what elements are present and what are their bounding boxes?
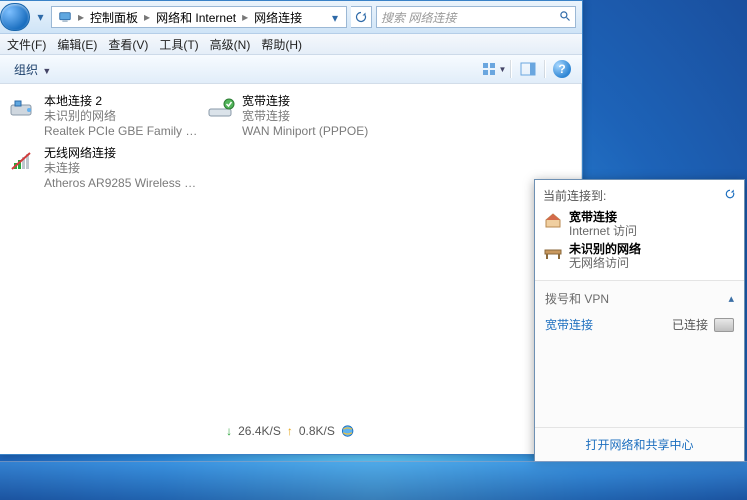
open-network-center-link[interactable]: 打开网络和共享中心 (585, 438, 693, 452)
flyout-item-status: 已连接 (672, 316, 708, 333)
chevron-down-icon: ▼ (41, 66, 51, 76)
menu-edit[interactable]: 编辑(E) (53, 35, 101, 54)
flyout-title: 当前连接到: (543, 187, 606, 204)
connection-device: WAN Miniport (PPPOE) (242, 124, 401, 139)
refresh-icon (724, 188, 736, 200)
upload-arrow-icon: ↑ (287, 424, 293, 438)
ethernet-icon (8, 94, 38, 124)
flyout-footer: 打开网络和共享中心 (535, 427, 744, 461)
search-placeholder: 搜索 网络连接 (381, 9, 456, 26)
refresh-button[interactable] (351, 6, 372, 28)
computer-icon (58, 10, 72, 24)
connection-device: Atheros AR9285 Wireless Net... (44, 176, 203, 191)
menu-tools[interactable]: 工具(T) (155, 35, 202, 54)
address-dropdown-icon[interactable]: ▾ (332, 11, 344, 23)
breadcrumb-chevron: ▸ (142, 10, 152, 24)
breadcrumb-seg-2[interactable]: 网络和 Internet (152, 7, 240, 27)
view-mode-button[interactable]: ▼ (480, 57, 508, 81)
explorer-window: ▾ ▸ 控制面板 ▸ 网络和 Internet ▸ 网络连接 ▾ 搜索 网络连 (0, 0, 583, 455)
flyout-body: 拨号和 VPN ▴ 宽带连接 已连接 (535, 281, 744, 427)
connection-status: 宽带连接 (242, 109, 401, 124)
flyout-net2: 未识别的网络 无网络访问 (543, 240, 736, 272)
menu-help[interactable]: 帮助(H) (257, 35, 306, 54)
help-icon: ? (553, 60, 571, 78)
chevron-up-icon: ▴ (728, 292, 734, 305)
flyout-category-dial-vpn[interactable]: 拨号和 VPN ▴ (535, 285, 744, 312)
modem-icon (714, 318, 734, 332)
tiles-icon (482, 62, 498, 76)
menu-adv[interactable]: 高级(N) (206, 35, 255, 54)
flyout-header: 当前连接到: 宽带连接 Internet 访问 (535, 180, 744, 281)
connection-item-wifi[interactable]: 无线网络连接 未连接 Atheros AR9285 Wireless Net..… (8, 146, 203, 191)
nav-row: ▾ ▸ 控制面板 ▸ 网络和 Internet ▸ 网络连接 ▾ 搜索 网络连 (0, 1, 582, 34)
connection-title: 宽带连接 (242, 94, 401, 109)
menu-view[interactable]: 查看(V) (104, 35, 152, 54)
breadcrumb-chevron: ▸ (76, 10, 86, 24)
ie-icon (341, 424, 355, 438)
taskbar[interactable] (0, 461, 747, 500)
menu-file[interactable]: 文件(F) (3, 35, 50, 54)
connection-status: 未连接 (44, 161, 203, 176)
wifi-disabled-icon (8, 146, 38, 176)
download-arrow-icon: ↓ (226, 424, 232, 438)
search-input[interactable]: 搜索 网络连接 (376, 6, 576, 28)
flyout-item-broadband[interactable]: 宽带连接 已连接 (535, 312, 744, 337)
flyout-refresh-button[interactable] (724, 188, 736, 203)
flyout-net1-title: 宽带连接 (569, 210, 637, 224)
connection-item-lan2[interactable]: 本地连接 2 未识别的网络 Realtek PCIe GBE Family Co… (8, 94, 203, 139)
search-icon (559, 10, 571, 25)
chevron-down-icon: ▼ (498, 65, 507, 74)
connection-item-broadband[interactable]: 宽带连接 宽带连接 WAN Miniport (PPPOE) (206, 94, 401, 139)
address-bar[interactable]: ▸ 控制面板 ▸ 网络和 Internet ▸ 网络连接 ▾ (51, 6, 347, 28)
nav-history-dropdown[interactable]: ▾ (34, 5, 47, 29)
flyout-net1-sub: Internet 访问 (569, 224, 637, 238)
flyout-net1: 宽带连接 Internet 访问 (543, 208, 736, 240)
preview-pane-button[interactable] (514, 57, 542, 81)
modem-icon (206, 94, 236, 124)
organize-button[interactable]: 组织 ▼ (6, 59, 59, 80)
network-flyout: 当前连接到: 宽带连接 Internet 访问 (534, 179, 745, 462)
pane-icon (520, 62, 536, 76)
refresh-icon (355, 11, 367, 23)
net-speed-indicator: ↓ 26.4K/S ↑ 0.8K/S (219, 420, 362, 442)
flyout-item-label: 宽带连接 (545, 316, 593, 333)
download-speed: 26.4K/S (238, 424, 281, 438)
connection-title: 本地连接 2 (44, 94, 203, 109)
breadcrumb-icon (54, 7, 76, 27)
flyout-net2-sub: 无网络访问 (569, 256, 641, 270)
connection-status: 未识别的网络 (44, 109, 203, 124)
breadcrumb-seg-3[interactable]: 网络连接 (250, 7, 306, 27)
flyout-net2-title: 未识别的网络 (569, 242, 641, 256)
command-bar: 组织 ▼ ▼ ? (0, 55, 582, 84)
bench-network-icon (543, 242, 563, 262)
nav-back-button[interactable] (0, 3, 30, 31)
connections-list: 本地连接 2 未识别的网络 Realtek PCIe GBE Family Co… (0, 84, 582, 454)
home-network-icon (543, 210, 563, 230)
connection-device: Realtek PCIe GBE Family Contr... (44, 124, 203, 139)
menu-bar: 文件(F) 编辑(E) 查看(V) 工具(T) 高级(N) 帮助(H) (0, 34, 582, 55)
breadcrumb-chevron: ▸ (240, 10, 250, 24)
upload-speed: 0.8K/S (299, 424, 335, 438)
connection-title: 无线网络连接 (44, 146, 203, 161)
breadcrumb-seg-1[interactable]: 控制面板 (86, 7, 142, 27)
help-button[interactable]: ? (548, 57, 576, 81)
